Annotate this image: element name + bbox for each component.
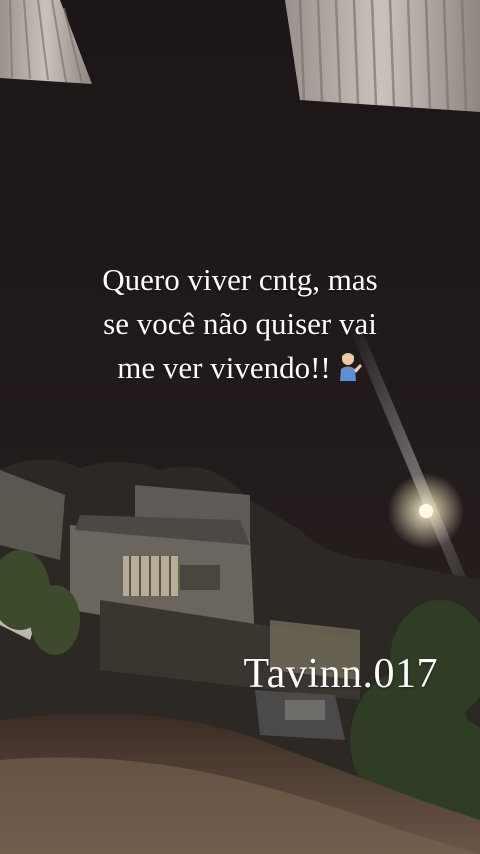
signature-text: Tavinn.017 (243, 651, 438, 697)
story-caption: Quero viver cntg, mas se você não quiser… (0, 258, 480, 390)
night-photo-background (0, 0, 480, 854)
person-tipping-hand-emoji (339, 353, 362, 381)
caption-line-1: Quero viver cntg, mas (102, 262, 378, 297)
street-lamp (419, 504, 433, 518)
caption-line-3: me ver vivendo!! (117, 350, 331, 385)
roof-right (285, 0, 480, 112)
caption-line-3-wrapper: me ver vivendo!! (0, 346, 480, 390)
caption-line-2: se você não quiser vai (103, 306, 377, 341)
